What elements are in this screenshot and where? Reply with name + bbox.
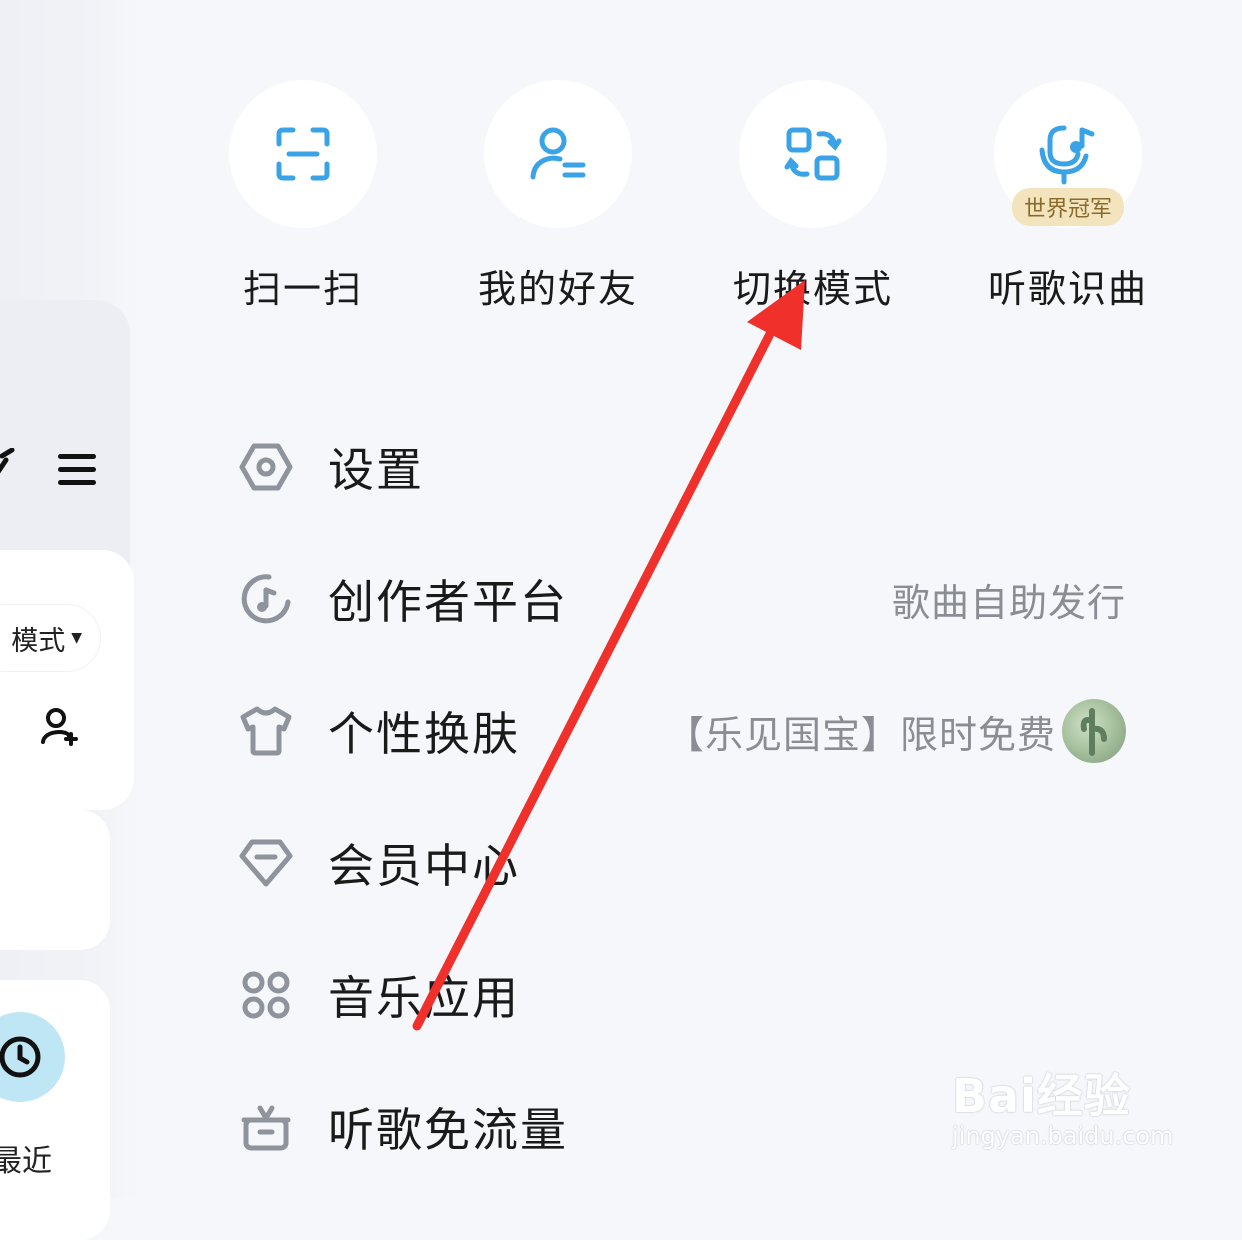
quick-action-scan[interactable]: 扫一扫 bbox=[203, 80, 403, 313]
quick-action-circle[interactable] bbox=[229, 80, 377, 228]
mic-music-icon bbox=[1039, 125, 1095, 185]
quick-action-label: 扫一扫 bbox=[242, 267, 363, 311]
menu-item-creator-platform[interactable]: 创作者平台 歌曲自助发行 bbox=[238, 564, 1138, 634]
caret-down-icon: ▼ bbox=[71, 630, 82, 646]
champion-badge: 世界冠军 bbox=[1011, 188, 1125, 226]
guitar-icon bbox=[0, 447, 16, 492]
add-user-icon[interactable] bbox=[40, 706, 80, 750]
diamond-icon bbox=[238, 835, 294, 891]
gift-icon bbox=[238, 1099, 294, 1155]
menu-item-settings[interactable]: 设置 bbox=[238, 432, 1138, 502]
quick-action-circle[interactable] bbox=[739, 80, 887, 228]
menu-item-skin[interactable]: 个性换肤 【乐见国宝】限时免费 bbox=[238, 696, 1138, 766]
creator-icon bbox=[238, 571, 294, 627]
menu-item-label: 听歌免流量 bbox=[328, 1103, 568, 1157]
apps-icon bbox=[238, 967, 294, 1023]
watermark-main: Bai经验 bbox=[952, 1069, 1131, 1123]
quick-action-circle[interactable]: 世界冠军 bbox=[994, 80, 1142, 228]
quick-action-label: 切换模式 bbox=[732, 267, 893, 311]
background-card bbox=[0, 810, 110, 950]
friends-icon bbox=[530, 127, 586, 180]
background-page: 模式 ▼ 最近 bbox=[0, 0, 140, 1240]
quick-action-label: 我的好友 bbox=[477, 267, 638, 311]
tshirt-icon bbox=[238, 703, 294, 759]
skin-thumbnail bbox=[1062, 699, 1126, 763]
quick-action-circle[interactable] bbox=[484, 80, 632, 228]
background-card bbox=[0, 550, 134, 810]
settings-icon bbox=[238, 439, 294, 495]
menu-item-label: 个性换肤 bbox=[328, 707, 520, 761]
menu-item-label: 音乐应用 bbox=[328, 971, 520, 1025]
watermark-url: jingyan.baidu.com bbox=[952, 1122, 1174, 1150]
switch-mode-icon bbox=[784, 127, 842, 181]
menu-item-label: 会员中心 bbox=[328, 839, 520, 893]
menu-item-hint: 歌曲自助发行 bbox=[891, 580, 1126, 625]
clock-icon bbox=[0, 1036, 41, 1078]
quick-action-switch-mode[interactable]: 切换模式 bbox=[713, 80, 913, 313]
quick-action-friends[interactable]: 我的好友 bbox=[458, 80, 658, 313]
menu-item-label: 创作者平台 bbox=[328, 575, 568, 629]
mode-selector[interactable]: 模式 ▼ bbox=[0, 605, 100, 671]
mode-selector-label: 模式 bbox=[11, 625, 66, 657]
menu-item-vip-center[interactable]: 会员中心 bbox=[238, 828, 1138, 898]
watermark: Bai经验 jingyan.baidu.com bbox=[952, 1060, 1173, 1150]
scan-icon bbox=[276, 127, 330, 181]
menu-item-hint: 【乐见国宝】限时免费 bbox=[666, 699, 1126, 763]
skin-promo-text: 【乐见国宝】限时免费 bbox=[665, 712, 1056, 757]
recent-label: 最近 bbox=[0, 1144, 52, 1179]
quick-action-song-recognition[interactable]: 世界冠军 听歌识曲 bbox=[968, 80, 1168, 313]
menu-item-music-apps[interactable]: 音乐应用 bbox=[238, 960, 1138, 1030]
menu-item-label: 设置 bbox=[328, 443, 424, 497]
quick-action-label: 听歌识曲 bbox=[987, 267, 1148, 311]
menu-icon[interactable] bbox=[58, 452, 98, 492]
